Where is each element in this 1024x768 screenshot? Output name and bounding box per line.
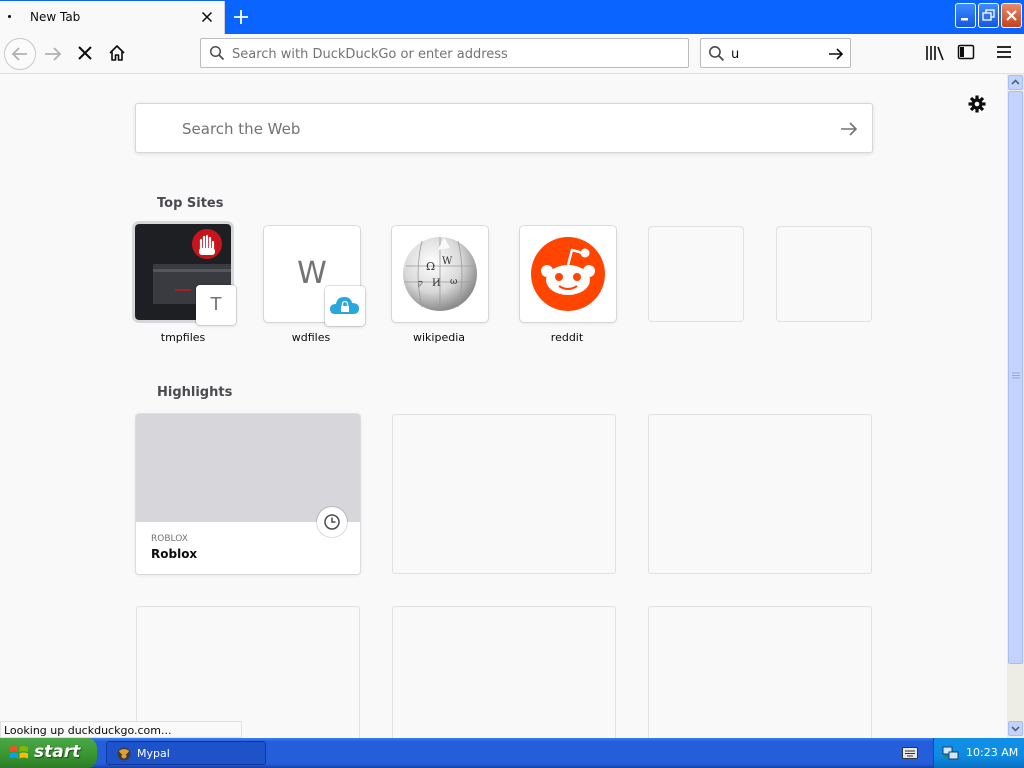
taskbar-clock[interactable]: 10:23 AM <box>966 746 1018 759</box>
svg-text:ω: ω <box>450 277 457 287</box>
back-arrow-icon <box>11 47 27 61</box>
search-bar[interactable] <box>700 38 851 68</box>
search-go-arrow-icon[interactable] <box>827 45 845 63</box>
svg-text:ק: ק <box>418 279 423 289</box>
highlight-card-roblox[interactable]: ROBLOX Roblox <box>136 414 360 574</box>
highlight-title: Roblox <box>151 547 198 561</box>
svg-text:Ω: Ω <box>426 260 435 273</box>
tab-bar: New Tab <box>0 0 1024 34</box>
sidebar-icon[interactable] <box>957 44 975 60</box>
search-submit-arrow-icon[interactable] <box>838 118 860 140</box>
status-panel: Looking up duckduckgo.com... <box>0 721 242 738</box>
top-site-wdfiles[interactable]: W <box>264 226 365 326</box>
start-button[interactable]: start <box>0 738 97 768</box>
close-tab-icon[interactable] <box>199 9 215 25</box>
top-site-empty <box>776 226 872 322</box>
top-site-label[interactable]: reddit <box>507 331 627 344</box>
highlight-thumbnail <box>136 414 360 522</box>
scroll-down-button[interactable] <box>1008 721 1023 736</box>
top-site-empty <box>648 226 744 322</box>
keyboard-language-icon[interactable] <box>902 747 918 759</box>
top-site-label[interactable]: wdfiles <box>251 331 371 344</box>
cloud-lock-icon <box>330 297 359 314</box>
forward-arrow-icon[interactable] <box>42 43 64 65</box>
close-icon <box>1006 10 1017 21</box>
search-icon <box>209 45 225 61</box>
scroll-thumb[interactable] <box>1008 91 1023 664</box>
close-window-button[interactable] <box>1001 3 1022 28</box>
scroll-down-arrow-icon <box>1011 726 1020 732</box>
stop-loading-icon[interactable] <box>75 43 95 63</box>
taskbar-item-mypal[interactable]: Mypal <box>106 741 266 765</box>
tmpfiles-letter-badge: T <box>196 285 236 325</box>
highlight-placeholder <box>648 414 872 574</box>
wdfiles-favicon-badge <box>325 286 365 326</box>
highlights-heading: Highlights <box>157 385 233 400</box>
mypal-app-icon <box>117 747 131 761</box>
gear-icon[interactable] <box>967 94 987 114</box>
address-input[interactable] <box>232 45 672 63</box>
tab-title: New Tab <box>30 10 81 24</box>
address-bar[interactable] <box>200 38 689 68</box>
tmpfiles-badge-letter: T <box>210 294 222 315</box>
visited-clock-icon <box>317 507 347 537</box>
page-scrollbar[interactable] <box>1007 74 1024 738</box>
minimize-button[interactable] <box>955 3 976 28</box>
top-site-tmpfiles[interactable]: T <box>135 224 236 325</box>
web-search-input[interactable] <box>182 118 802 140</box>
hamburger-menu-icon[interactable] <box>996 45 1012 59</box>
highlight-placeholder <box>648 606 872 738</box>
windows-taskbar: start Mypal 10:23 AM <box>0 738 1024 768</box>
restore-icon <box>982 9 995 21</box>
highlight-placeholder <box>392 606 616 738</box>
scroll-up-button[interactable] <box>1008 75 1023 90</box>
loading-dot-icon <box>8 15 11 18</box>
library-icon[interactable] <box>925 44 945 62</box>
new-tab-page: Top Sites T tmpfiles W wdfiles <box>0 74 1007 738</box>
svg-text:И: И <box>432 278 441 289</box>
top-site-wikipedia[interactable]: Ω W И ω ק <box>392 226 488 322</box>
scroll-up-arrow-icon <box>1011 79 1020 85</box>
top-site-reddit[interactable] <box>520 226 616 322</box>
tab-new-tab[interactable]: New Tab <box>0 1 225 34</box>
svg-text:W: W <box>442 256 453 267</box>
restore-button[interactable] <box>978 3 999 28</box>
system-tray: 10:23 AM <box>933 738 1024 768</box>
search-icon <box>709 46 725 62</box>
home-icon[interactable] <box>107 43 127 63</box>
highlight-host: ROBLOX <box>151 534 188 544</box>
navigation-toolbar <box>0 34 1024 74</box>
scroll-grip-icon <box>1012 372 1020 379</box>
wikipedia-globe-icon: Ω W И ω ק <box>403 237 477 311</box>
highlight-placeholder <box>136 606 360 738</box>
windows-flag-icon <box>10 746 28 759</box>
top-sites-heading: Top Sites <box>157 196 224 211</box>
network-tray-icon[interactable] <box>942 745 960 761</box>
reddit-alien-icon <box>531 237 605 311</box>
new-tab-plus-icon[interactable] <box>228 4 254 30</box>
search-input[interactable] <box>731 45 821 63</box>
web-search-box[interactable] <box>135 103 873 153</box>
taskbar-item-label: Mypal <box>137 747 170 760</box>
top-site-label[interactable]: wikipedia <box>379 331 499 344</box>
start-label: start <box>34 742 81 762</box>
highlight-placeholder <box>392 414 616 574</box>
minimize-icon <box>961 18 968 21</box>
back-button[interactable] <box>4 38 36 70</box>
top-site-label[interactable]: tmpfiles <box>123 331 243 344</box>
